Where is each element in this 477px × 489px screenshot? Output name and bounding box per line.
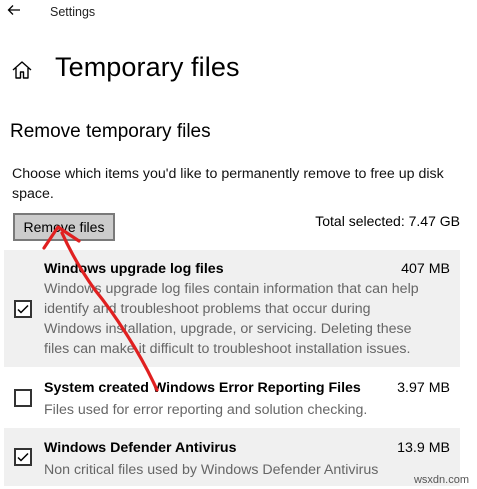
list-item[interactable]: Windows Defender Antivirus 13.9 MB Non c… <box>4 428 460 486</box>
home-icon[interactable] <box>10 58 34 82</box>
window-title: Settings <box>50 5 96 19</box>
list-item[interactable]: Windows upgrade log files 407 MB Windows… <box>4 250 460 367</box>
item-size: 13.9 MB <box>397 440 450 456</box>
item-checkbox[interactable] <box>14 300 32 318</box>
item-name: Windows upgrade log files <box>44 261 224 277</box>
item-description: Files used for error reporting and solut… <box>44 402 368 418</box>
item-checkbox[interactable] <box>14 448 32 466</box>
remove-files-button[interactable]: Remove files <box>13 213 115 241</box>
page-title: Temporary files <box>55 52 240 82</box>
back-arrow-icon[interactable] <box>6 2 26 22</box>
watermark: wsxdn.com <box>413 474 469 486</box>
item-description: Windows upgrade log files contain inform… <box>44 281 419 357</box>
item-name: Windows Defender Antivirus <box>44 440 237 456</box>
section-title: Remove temporary files <box>10 121 211 142</box>
item-description: Non critical files used by Windows Defen… <box>44 462 379 478</box>
item-size: 3.97 MB <box>397 380 450 396</box>
list-item[interactable]: System created Windows Error Reporting F… <box>4 372 460 424</box>
section-description: Choose which items you'd like to permane… <box>12 166 444 202</box>
item-name: System created Windows Error Reporting F… <box>44 380 361 396</box>
total-selected: Total selected: 7.47 GB <box>315 213 460 229</box>
item-size: 407 MB <box>401 261 450 277</box>
item-checkbox[interactable] <box>14 389 32 407</box>
